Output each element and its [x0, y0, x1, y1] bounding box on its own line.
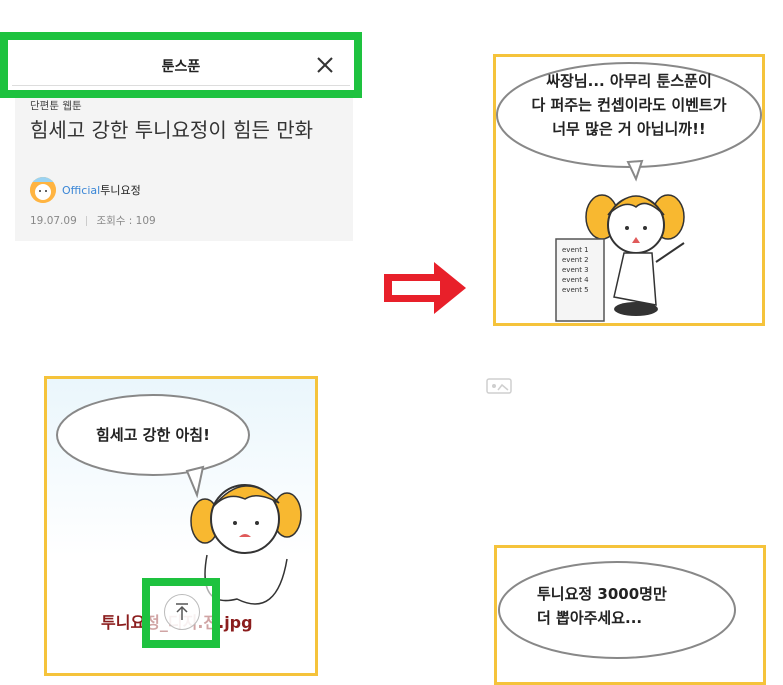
post-date: 19.07.09	[30, 215, 77, 227]
loading-image-icon	[486, 378, 512, 394]
avatar	[30, 177, 56, 203]
bubble-line: 더 뽑아주세요...	[537, 609, 643, 627]
search-header-highlight: 툰스푼	[0, 32, 362, 98]
right-arrow-icon	[384, 262, 466, 314]
comic-panel-1: 싸장님... 아무리 툰스푼이 다 퍼주는 컨셉이라도 이벤트가 너무 많은 거…	[493, 54, 765, 326]
close-icon[interactable]	[314, 54, 336, 76]
meta-divider	[86, 216, 88, 226]
post-title[interactable]: 힘세고 강한 투니요정이 힘든 만화	[30, 116, 330, 144]
scroll-to-top-highlight	[142, 578, 220, 648]
bubble-line: 너무 많은 거 아닙니까!!	[552, 120, 706, 138]
author-row[interactable]: Official 투니요정	[30, 176, 141, 204]
search-header: 툰스푼	[12, 44, 350, 86]
search-title: 툰스푼	[161, 59, 201, 75]
bubble-line: 싸장님... 아무리 툰스푼이	[546, 72, 712, 90]
bubble-line: 투니요정 3000명만	[537, 585, 667, 603]
scroll-item: event 4	[562, 276, 589, 284]
post-views: 조회수 : 109	[96, 215, 156, 227]
scroll-to-top-button[interactable]	[164, 594, 200, 630]
bubble-text: 힘세고 강한 아침!	[96, 426, 210, 444]
official-badge: Official	[62, 183, 101, 197]
event-scroll-list: event 1 event 2 event 3 event 4 event 5	[562, 245, 589, 295]
post-genre: 단편툰 웹툰	[30, 100, 82, 112]
scroll-to-top-icon	[176, 603, 188, 620]
scroll-item: event 1	[562, 246, 589, 254]
scroll-item: event 2	[562, 256, 589, 264]
scroll-item: event 5	[562, 286, 589, 294]
bubble-line: 다 퍼주는 컨셉이라도 이벤트가	[531, 96, 727, 114]
scroll-item: event 3	[562, 266, 589, 274]
author-name: 투니요정	[100, 184, 141, 197]
post-meta: 19.07.09 조회수 : 109	[30, 213, 156, 228]
comic-panel-3: 투니요정 3000명만 더 뽑아주세요...	[494, 545, 766, 685]
